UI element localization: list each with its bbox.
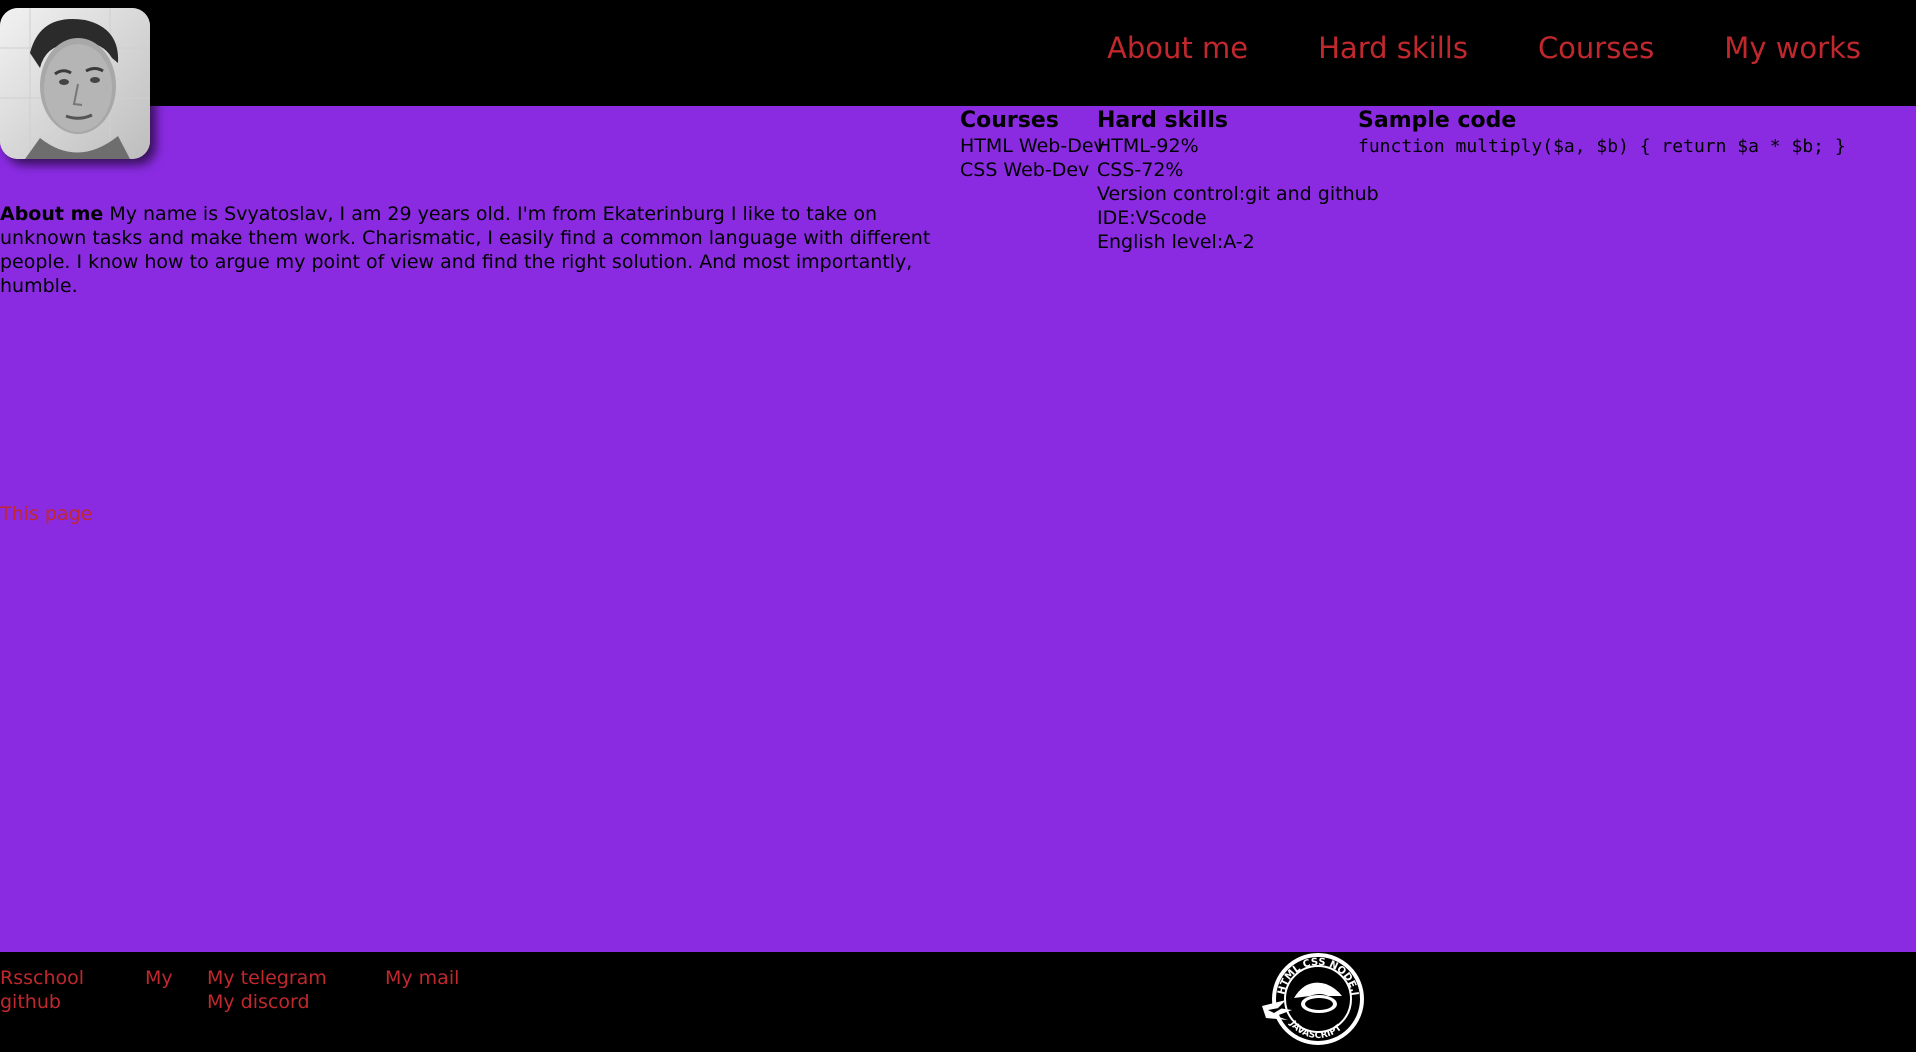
nav-link-courses[interactable]: Courses: [1538, 28, 1654, 68]
discord-link[interactable]: My discord: [207, 990, 310, 1014]
mail-link[interactable]: My mail: [385, 966, 459, 990]
sample-code-section: Sample code function multiply($a, $b) { …: [1358, 108, 1846, 159]
about-section: About me My name is Svyatoslav, I am 29 …: [0, 202, 960, 298]
rsschool-github-link[interactable]: Rsschool github: [0, 966, 90, 1014]
about-text: My name is Svyatoslav, I am 29 years old…: [0, 203, 931, 297]
course-item: CSS Web-Dev: [960, 159, 1090, 181]
about-heading: About me: [0, 203, 104, 225]
course-item: HTML Web-Dev: [960, 135, 1105, 157]
main-nav: About me Hard skills Courses My works: [1107, 28, 1861, 68]
skill-item: IDE:VScode: [1097, 207, 1207, 229]
hard-skills-section: Hard skills HTML-92% CSS-72% Version con…: [1097, 108, 1379, 254]
this-page-link[interactable]: This page: [0, 503, 92, 525]
skill-item: Version control:git and github: [1097, 183, 1379, 205]
skill-item: CSS-72%: [1097, 159, 1184, 181]
hard-skills-heading: Hard skills: [1097, 108, 1228, 133]
avatar: [0, 8, 150, 159]
courses-section: Courses HTML Web-Dev CSS Web-Dev: [960, 108, 1105, 182]
nav-link-hard-skills[interactable]: Hard skills: [1318, 28, 1468, 68]
code-snippet: function multiply($a, $b) { return $a * …: [1358, 136, 1846, 157]
nav-link-about-me[interactable]: About me: [1107, 28, 1248, 68]
header: About me Hard skills Courses My works: [0, 0, 1916, 159]
my-link[interactable]: My: [145, 966, 173, 990]
skill-item: HTML-92%: [1097, 135, 1199, 157]
profile-photo: [0, 8, 150, 159]
sample-code-heading: Sample code: [1358, 108, 1517, 133]
courses-heading: Courses: [960, 108, 1059, 133]
skill-item: English level:A-2: [1097, 231, 1255, 253]
nav-link-my-works[interactable]: My works: [1724, 28, 1861, 68]
footer: Rsschool github My My telegram My discor…: [0, 952, 1916, 1052]
rolling-scopes-school-badge: HTML CSS NODE.JS JAVASCRIPT: [1256, 952, 1364, 1045]
telegram-link[interactable]: My telegram: [207, 966, 327, 990]
